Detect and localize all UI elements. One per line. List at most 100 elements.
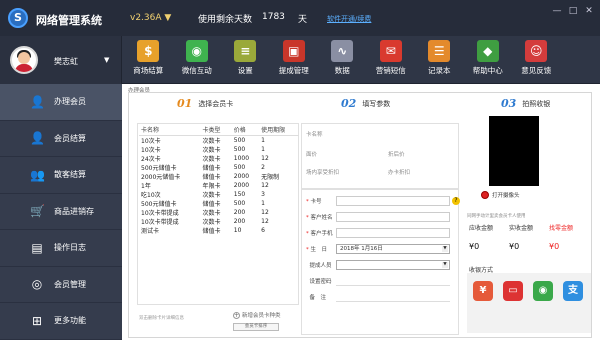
table-row[interactable]: 10次卡 次数卡 500 1 [139, 145, 299, 154]
sidebar-item-label: 操作日志 [54, 243, 86, 253]
table-row[interactable]: 10次卡 次数卡 500 1 [139, 136, 299, 145]
toolbar-button-wechat[interactable]: ◉ 微信互动 [173, 36, 222, 84]
record-icon [481, 191, 489, 199]
toolbar-button-feedback[interactable]: ☺ 意见反馈 [512, 36, 561, 84]
user-menu[interactable]: 樊志虹 ▼ [0, 36, 122, 84]
actual-amount[interactable]: 实收金额 ¥0 [509, 223, 547, 251]
sidebar-item-label: 会员管理 [54, 279, 86, 289]
open-camera-button[interactable]: 打开摄像头 [481, 191, 520, 199]
table-cell: 储值卡 [202, 165, 221, 172]
column-header[interactable]: 卡类型 [200, 124, 232, 136]
chart-icon: ∿ [331, 40, 354, 62]
customer-phone-input[interactable] [336, 228, 450, 238]
table-cell: 3 [261, 191, 265, 198]
table-row[interactable]: 10次卡带提成 次数卡 200 12 [139, 217, 299, 226]
sidebar-item-member-add[interactable]: 👤 办理会员 [0, 84, 122, 121]
toolbar-button-settings[interactable]: ≡ 设置 [221, 36, 270, 84]
table-cell: 500 [233, 146, 246, 153]
sidebar-item-label: 办理会员 [54, 97, 86, 107]
table-row[interactable]: 24次卡 次数卡 1000 12 [139, 154, 299, 163]
dollar-icon: $ [137, 40, 160, 62]
chevron-down-icon: ▼ [104, 56, 110, 64]
toolbar-button-chart[interactable]: ∿ 数据 [318, 36, 367, 84]
help-icon[interactable]: ? [452, 197, 460, 205]
password-label: 设置密码 [309, 279, 332, 285]
actual-value: ¥0 [509, 242, 520, 251]
customer-name-input[interactable] [336, 212, 450, 222]
wechat-pay-icon[interactable]: ◉ [533, 281, 553, 301]
window-controls: — □ ✕ [552, 6, 594, 16]
toolbar-button-dollar[interactable]: $ 商场结算 [124, 36, 173, 84]
referrer-select[interactable]: ▼ [336, 260, 450, 270]
column-header[interactable]: 卡名称 [139, 124, 201, 136]
remark-row: 备 注 [306, 290, 456, 304]
table-cell: 150 [233, 191, 246, 198]
change-amount: 找零金额 ¥0 [549, 223, 587, 251]
member-manage-icon: ◎ [31, 277, 43, 292]
table-cell: 年限卡 [202, 183, 221, 190]
column-header[interactable]: 使用期限 [259, 124, 299, 136]
table-cell: 10次卡带提成 [141, 219, 179, 226]
table-row[interactable]: 500元储值卡 储值卡 500 2 [139, 163, 299, 172]
table-cell: 次数卡 [202, 138, 221, 145]
renew-link[interactable]: 软件开通/续费 [327, 14, 371, 24]
help-icon: ◆ [476, 40, 499, 62]
app-logo: S [8, 8, 28, 28]
change-label: 找零金额 [549, 225, 574, 232]
toolbar-button-help[interactable]: ◆ 帮助中心 [464, 36, 513, 84]
table-row[interactable]: 500元储值卡 储值卡 500 1 [139, 199, 299, 208]
sidebar-item-member-checkout[interactable]: 👤 会员结算 [0, 121, 122, 157]
table-cell: 10次卡 [141, 138, 161, 145]
table-cell: 500 [233, 200, 246, 207]
step3-number: 03 [501, 97, 517, 110]
table-cell: 1 [261, 137, 265, 144]
remark-input[interactable] [336, 301, 450, 302]
param-card-discount: 办卡折扣 [388, 170, 411, 176]
maximize-button[interactable]: □ [568, 6, 578, 16]
sort-cards-button[interactable]: 会员卡排序 [233, 323, 279, 331]
sidebar-item-member-manage[interactable]: ◎ 会员管理 [0, 267, 122, 303]
card-number-input[interactable] [336, 196, 450, 206]
avatar-body [15, 64, 33, 72]
close-button[interactable]: ✕ [584, 6, 594, 16]
sidebar-item-label: 更多功能 [54, 316, 86, 326]
card-icon[interactable]: ▭ [503, 281, 523, 301]
commission-icon: ▣ [282, 40, 305, 62]
change-value: ¥0 [549, 242, 560, 251]
sidebar-item-cart[interactable]: 🛒 商品进销存 [0, 194, 122, 230]
table-row[interactable]: 吃10次 次数卡 150 3 [139, 190, 299, 199]
content-frame: 01 选择会员卡 02 填写参数 03 拍照收银 卡名称 卡类型 价格 使用期限 10… [128, 92, 592, 338]
toolbar-button-commission[interactable]: ▣ 提成管理 [270, 36, 319, 84]
sidebar-item-log[interactable]: ▤ 操作日志 [0, 230, 122, 267]
version-selector[interactable]: v2.36A ▼ [130, 13, 171, 23]
alipay-icon[interactable]: 支 [563, 281, 583, 301]
toolbar-button-sms[interactable]: ✉ 营销短信 [367, 36, 416, 84]
column-header[interactable]: 价格 [231, 124, 260, 136]
table-row[interactable]: 1年 年限卡 2000 12 [139, 181, 299, 190]
param-price: 面价 [306, 152, 318, 158]
add-card-type-button[interactable]: + 新增会员卡种类 [233, 311, 281, 319]
table-cell: 储值卡 [202, 228, 221, 235]
receivable-label: 应收金额 [469, 225, 494, 232]
camera-preview [489, 116, 539, 186]
birthday-picker[interactable]: 2018年 1月16日 ▼ [336, 244, 450, 254]
cash-icon[interactable]: ¥ [473, 281, 493, 301]
card-table: 卡名称 卡类型 价格 使用期限 10次卡 次数卡 500 1 10次卡 次数卡 500 1 24次卡次… [139, 124, 299, 235]
toolbar-button-notebook[interactable]: ☰ 记录本 [415, 36, 464, 84]
app-title: 网络管理系统 [36, 14, 102, 27]
toolbar-label: 意见反馈 [521, 66, 552, 75]
minimize-button[interactable]: — [552, 6, 562, 16]
sidebar-item-guest-checkout[interactable]: 👥 散客结算 [0, 157, 122, 194]
chevron-down-icon: ▼ [164, 13, 172, 23]
table-row[interactable]: 测试卡 储值卡 10 6 [139, 226, 299, 235]
table-cell: 10 [233, 227, 242, 234]
sidebar-item-more[interactable]: ⊞ 更多功能 [0, 303, 122, 340]
receivable-amount: 应收金额 ¥0 [469, 223, 507, 251]
table-row[interactable]: 10次卡带提成 次数卡 200 12 [139, 208, 299, 217]
password-input[interactable] [336, 285, 450, 286]
actual-label: 实收金额 [509, 225, 534, 232]
table-cell: 次数卡 [202, 147, 221, 154]
table-row[interactable]: 2000元储值卡 储值卡 2000 无限制 [139, 172, 299, 181]
table-cell: 次数卡 [202, 210, 221, 217]
table-cell: 12 [261, 209, 269, 216]
